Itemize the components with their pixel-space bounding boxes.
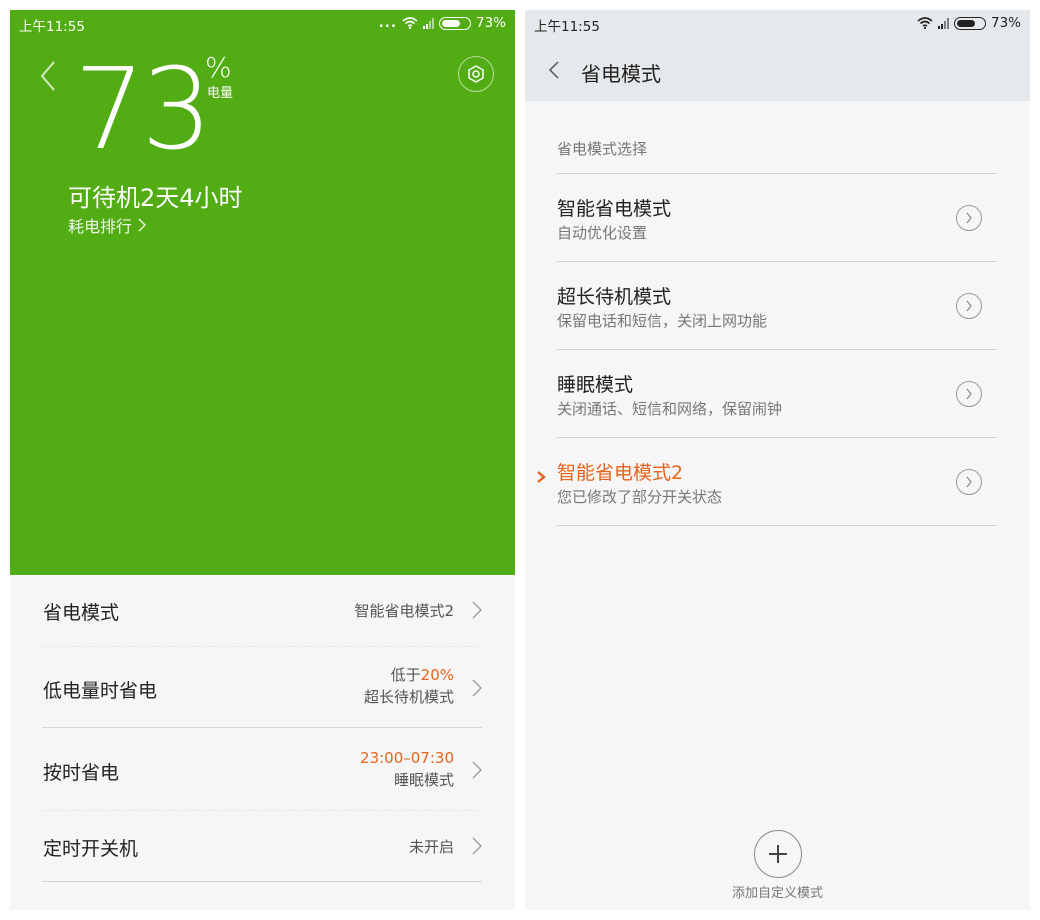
page-title: 省电模式 [581, 62, 661, 86]
divider [557, 525, 997, 526]
mode-detail-button[interactable] [956, 381, 982, 407]
scheduled-mode: 睡眠模式 [393, 771, 454, 789]
battery-screen: 上午11:55 ... 73% 73 % 电量 可待机2天4小时 耗电排行 省电… [10, 10, 515, 910]
scheduled-saving-title: 按时省电 [43, 762, 120, 784]
wifi-icon [402, 17, 418, 29]
battery-fill [441, 19, 460, 27]
mode-item-smart-2[interactable]: 智能省电模式2 您已修改了部分开关状态 [525, 437, 1030, 525]
power-mode-title: 省电模式 [43, 602, 120, 624]
low-battery-mode: 超长待机模式 [363, 688, 454, 706]
scheduled-saving-row[interactable]: 按时省电 23:00–07:30 睡眠模式 [10, 728, 515, 810]
battery-header: 上午11:55 ... 73% 73 % 电量 可待机2天4小时 耗电排行 [10, 10, 515, 575]
gear-icon [468, 65, 484, 83]
mode-item-ultra-standby[interactable]: 超长待机模式 保留电话和短信，关闭上网功能 [525, 261, 1030, 349]
scheduled-saving-value: 23:00–07:30 睡眠模式 [360, 747, 454, 791]
mode-title: 睡眠模式 [557, 374, 634, 396]
scheduled-power-title: 定时开关机 [43, 838, 139, 860]
power-ranking-link[interactable]: 耗电排行 [68, 213, 147, 237]
signal-icon [422, 17, 434, 29]
signal-icon [937, 17, 949, 29]
plus-icon [769, 845, 787, 863]
section-header: 省电模式选择 [557, 140, 648, 158]
percent-symbol: % [205, 51, 232, 84]
add-custom-mode-label: 添加自定义模式 [731, 886, 823, 901]
status-bar: 上午11:55 ... 73% [10, 10, 515, 38]
status-bar: 上午11:55 73% [525, 10, 1030, 38]
settings-button[interactable] [458, 56, 494, 92]
chevron-right-icon [138, 218, 147, 232]
status-time: 上午11:55 [534, 19, 600, 35]
mode-title: 智能省电模式2 [557, 462, 684, 484]
wifi-icon [917, 17, 933, 29]
mode-subtitle: 自动优化设置 [557, 224, 648, 242]
battery-icon [438, 16, 471, 30]
low-battery-threshold: 20% [420, 666, 454, 684]
scheduled-time-range: 23:00–07:30 [360, 749, 454, 767]
chevron-right-icon [966, 476, 972, 488]
chevron-right-icon [472, 837, 482, 855]
app-header: 上午11:55 73% 省电模式 [525, 10, 1030, 101]
battery-icon [953, 16, 986, 30]
mode-item-sleep[interactable]: 睡眠模式 关闭通话、短信和网络，保留闹钟 [525, 349, 1030, 437]
selected-marker-icon [537, 471, 546, 483]
mode-subtitle: 您已修改了部分开关状态 [557, 488, 723, 506]
battery-percent: 73% [990, 15, 1021, 31]
standby-time: 可待机2天4小时 [68, 184, 243, 212]
back-arrow-icon[interactable] [34, 56, 60, 96]
battery-level: 73 [74, 45, 213, 175]
divider [42, 881, 482, 882]
low-battery-prefix: 低于 [390, 666, 421, 684]
chevron-right-icon [966, 300, 972, 312]
mode-subtitle: 保留电话和短信，关闭上网功能 [557, 312, 768, 330]
status-time: 上午11:55 [19, 19, 85, 35]
scheduled-power-value: 未开启 [408, 838, 454, 856]
divider [42, 646, 482, 647]
scheduled-power-row[interactable]: 定时开关机 未开启 [10, 810, 515, 882]
add-custom-mode-button[interactable] [754, 830, 802, 878]
mode-item-smart[interactable]: 智能省电模式 自动优化设置 [525, 173, 1030, 261]
battery-label: 电量 [207, 86, 234, 101]
power-mode-row[interactable]: 省电模式 智能省电模式2 [10, 575, 515, 653]
mode-detail-button[interactable] [956, 469, 982, 495]
back-arrow-icon[interactable] [547, 60, 561, 80]
mode-detail-button[interactable] [956, 293, 982, 319]
chevron-right-icon [472, 761, 482, 779]
mode-subtitle: 关闭通话、短信和网络，保留闹钟 [557, 400, 783, 418]
power-mode-value: 智能省电模式2 [354, 602, 454, 620]
chevron-right-icon [472, 601, 482, 619]
mode-title: 智能省电模式 [557, 198, 672, 220]
mode-detail-button[interactable] [956, 205, 982, 231]
battery-fill [956, 19, 975, 27]
power-mode-screen: 上午11:55 73% 省电模式 省电模式选择 智能省电模式 自动优化设置 超长… [525, 10, 1030, 910]
low-battery-title: 低电量时省电 [43, 680, 158, 702]
low-battery-saving-row[interactable]: 低电量时省电 低于20% 超长待机模式 [10, 653, 515, 728]
mode-title: 超长待机模式 [557, 286, 672, 308]
chevron-right-icon [966, 212, 972, 224]
battery-percent: 73% [475, 15, 506, 31]
more-dots-icon: ... [378, 15, 397, 31]
power-ranking-label: 耗电排行 [68, 217, 133, 236]
chevron-right-icon [472, 679, 482, 697]
chevron-right-icon [966, 388, 972, 400]
low-battery-value: 低于20% 超长待机模式 [364, 664, 454, 708]
